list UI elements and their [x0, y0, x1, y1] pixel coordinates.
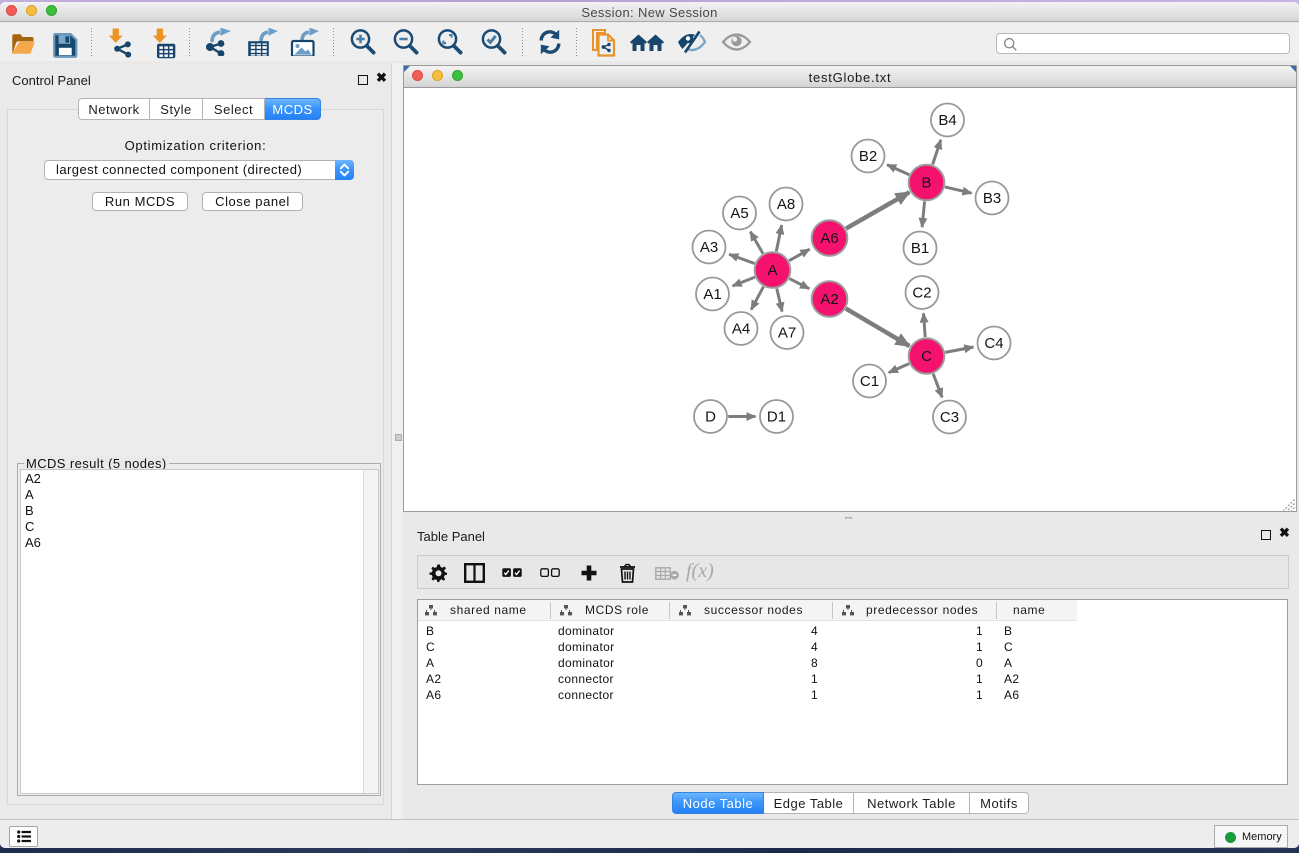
svg-text:C: C [921, 348, 932, 365]
svg-text:C4: C4 [984, 335, 1003, 352]
svg-text:A6: A6 [820, 230, 838, 247]
svg-text:A: A [767, 262, 777, 279]
svg-text:A1: A1 [703, 286, 721, 303]
svg-text:B4: B4 [938, 112, 956, 129]
svg-text:A4: A4 [732, 321, 750, 338]
svg-text:D1: D1 [767, 409, 786, 426]
svg-text:B: B [921, 175, 931, 192]
svg-text:A7: A7 [778, 325, 796, 342]
svg-text:C3: C3 [940, 409, 959, 426]
svg-text:A5: A5 [730, 205, 748, 222]
svg-text:B1: B1 [911, 240, 929, 257]
svg-text:C2: C2 [912, 285, 931, 302]
svg-text:A2: A2 [820, 291, 838, 308]
svg-text:A8: A8 [777, 196, 795, 213]
svg-text:B3: B3 [983, 190, 1001, 207]
svg-text:D: D [705, 409, 716, 426]
svg-text:A3: A3 [700, 239, 718, 256]
svg-text:B2: B2 [859, 148, 877, 165]
svg-text:C1: C1 [860, 373, 879, 390]
